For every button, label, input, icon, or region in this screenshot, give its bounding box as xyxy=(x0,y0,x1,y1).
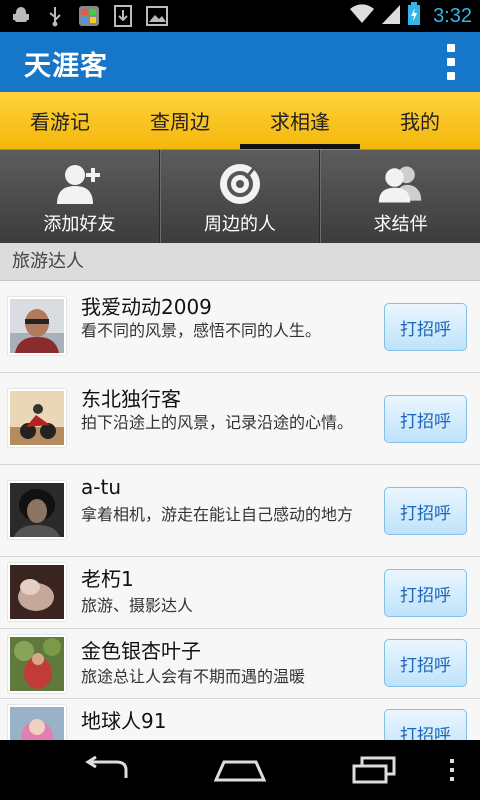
app-store-icon xyxy=(78,5,100,27)
avatar xyxy=(8,705,66,740)
app-bar: 天涯客 xyxy=(0,32,480,92)
greet-button[interactable]: 打招呼 xyxy=(384,303,467,351)
action-row: 添加好友 周边的人 求结伴 xyxy=(0,150,480,243)
tab-travel-notes[interactable]: 看游记 xyxy=(0,92,120,149)
greet-button[interactable]: 打招呼 xyxy=(384,569,467,617)
user-desc: 旅游、摄影达人 xyxy=(81,596,194,615)
list-item: 东北独行客 拍下沿途上的风景，记录沿途的心情。 打招呼 xyxy=(0,373,480,465)
list-item: 地球人91 打招呼 xyxy=(0,699,480,740)
add-friend-label: 添加好友 xyxy=(43,214,116,235)
recent-apps-icon[interactable] xyxy=(348,754,400,786)
user-name: 东北独行客 xyxy=(81,387,181,411)
list-item: 老朽1 旅游、摄影达人 打招呼 xyxy=(0,557,480,629)
greet-button[interactable]: 打招呼 xyxy=(384,639,467,687)
find-companion-label: 求结伴 xyxy=(373,214,428,235)
avatar xyxy=(8,297,66,355)
status-time: 3:32 xyxy=(433,4,472,27)
find-companion-icon xyxy=(377,162,425,206)
download-icon xyxy=(112,5,134,27)
wifi-icon xyxy=(349,3,375,29)
usb-icon xyxy=(44,5,66,27)
add-friend-icon xyxy=(55,162,103,206)
avatar xyxy=(8,481,66,539)
user-name: a-tu xyxy=(81,475,121,499)
greet-button[interactable]: 打招呼 xyxy=(384,487,467,535)
battery-charging-icon xyxy=(407,2,421,30)
tab-meet[interactable]: 求相逢 xyxy=(240,92,360,149)
section-header: 旅游达人 xyxy=(0,243,480,281)
home-icon[interactable] xyxy=(214,754,266,786)
user-desc: 看不同的风景，感悟不同的人生。 xyxy=(81,321,322,340)
find-companion-button[interactable]: 求结伴 xyxy=(320,150,480,243)
greet-button[interactable]: 打招呼 xyxy=(384,709,467,740)
tab-bar: 看游记 查周边 求相逢 我的 xyxy=(0,92,480,150)
app-title: 天涯客 xyxy=(24,51,108,82)
avatar xyxy=(8,635,66,693)
image-icon xyxy=(146,5,168,27)
user-list: 我爱动动2009 看不同的风景，感悟不同的人生。 打招呼 东北独行客 拍下沿途上… xyxy=(0,281,480,740)
nearby-people-button[interactable]: 周边的人 xyxy=(159,150,321,243)
user-name: 地球人91 xyxy=(81,709,167,733)
overflow-menu-icon[interactable] xyxy=(444,44,458,80)
user-name: 我爱动动2009 xyxy=(81,295,212,319)
greet-button[interactable]: 打招呼 xyxy=(384,395,467,443)
avatar xyxy=(8,389,66,447)
list-item: 我爱动动2009 看不同的风景，感悟不同的人生。 打招呼 xyxy=(0,281,480,373)
nearby-people-label: 周边的人 xyxy=(204,214,276,235)
user-name: 老朽1 xyxy=(81,567,134,591)
list-item: 金色银杏叶子 旅途总让人会有不期而遇的温暖 打招呼 xyxy=(0,629,480,699)
navigation-bar xyxy=(0,740,480,800)
user-desc: 旅途总让人会有不期而遇的温暖 xyxy=(81,667,306,686)
back-icon[interactable] xyxy=(80,754,132,786)
menu-icon[interactable] xyxy=(432,754,472,786)
tab-mine[interactable]: 我的 xyxy=(360,92,480,149)
list-item: a-tu 拿着相机，游走在能让自己感动的地方 打招呼 xyxy=(0,465,480,557)
android-debug-icon xyxy=(10,5,32,27)
avatar xyxy=(8,563,66,621)
user-name: 金色银杏叶子 xyxy=(81,639,201,663)
signal-icon xyxy=(381,3,401,29)
add-friend-button[interactable]: 添加好友 xyxy=(0,150,160,243)
status-bar: 3:32 xyxy=(0,0,480,32)
user-desc: 拍下沿途上的风景，记录沿途的心情。 xyxy=(81,413,354,432)
nearby-people-icon xyxy=(216,162,264,206)
user-desc: 拿着相机，游走在能让自己感动的地方 xyxy=(81,505,354,524)
tab-nearby[interactable]: 查周边 xyxy=(120,92,240,149)
